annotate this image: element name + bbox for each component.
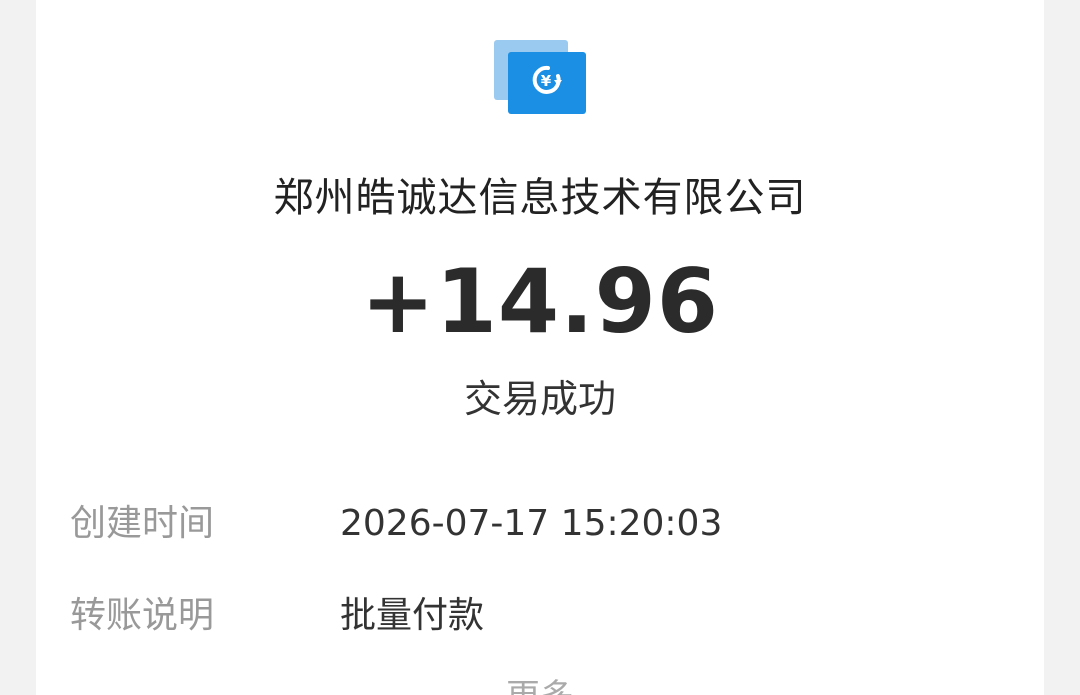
- detail-value: 2026-07-17 15:20:03: [340, 503, 723, 544]
- svg-text:¥: ¥: [541, 72, 552, 90]
- detail-row-created-time: 创建时间 2026-07-17 15:20:03: [70, 499, 1010, 549]
- transaction-amount: +14.96: [360, 250, 720, 353]
- more-link[interactable]: 更多: [36, 672, 1044, 695]
- detail-row-transfer-note: 转账说明 批量付款: [70, 591, 1010, 641]
- detail-label: 创建时间: [70, 503, 215, 544]
- detail-label: 转账说明: [70, 595, 215, 636]
- payer-name: 郑州皓诚达信息技术有限公司: [273, 175, 807, 221]
- refund-yuan-icon: ¥: [492, 38, 588, 118]
- transaction-status: 交易成功: [463, 377, 616, 421]
- detail-value: 批量付款: [340, 595, 485, 636]
- transaction-detail-card: ¥ 郑州皓诚达信息技术有限公司 +14.96 交易成功 创建时间 2026-07…: [36, 0, 1044, 695]
